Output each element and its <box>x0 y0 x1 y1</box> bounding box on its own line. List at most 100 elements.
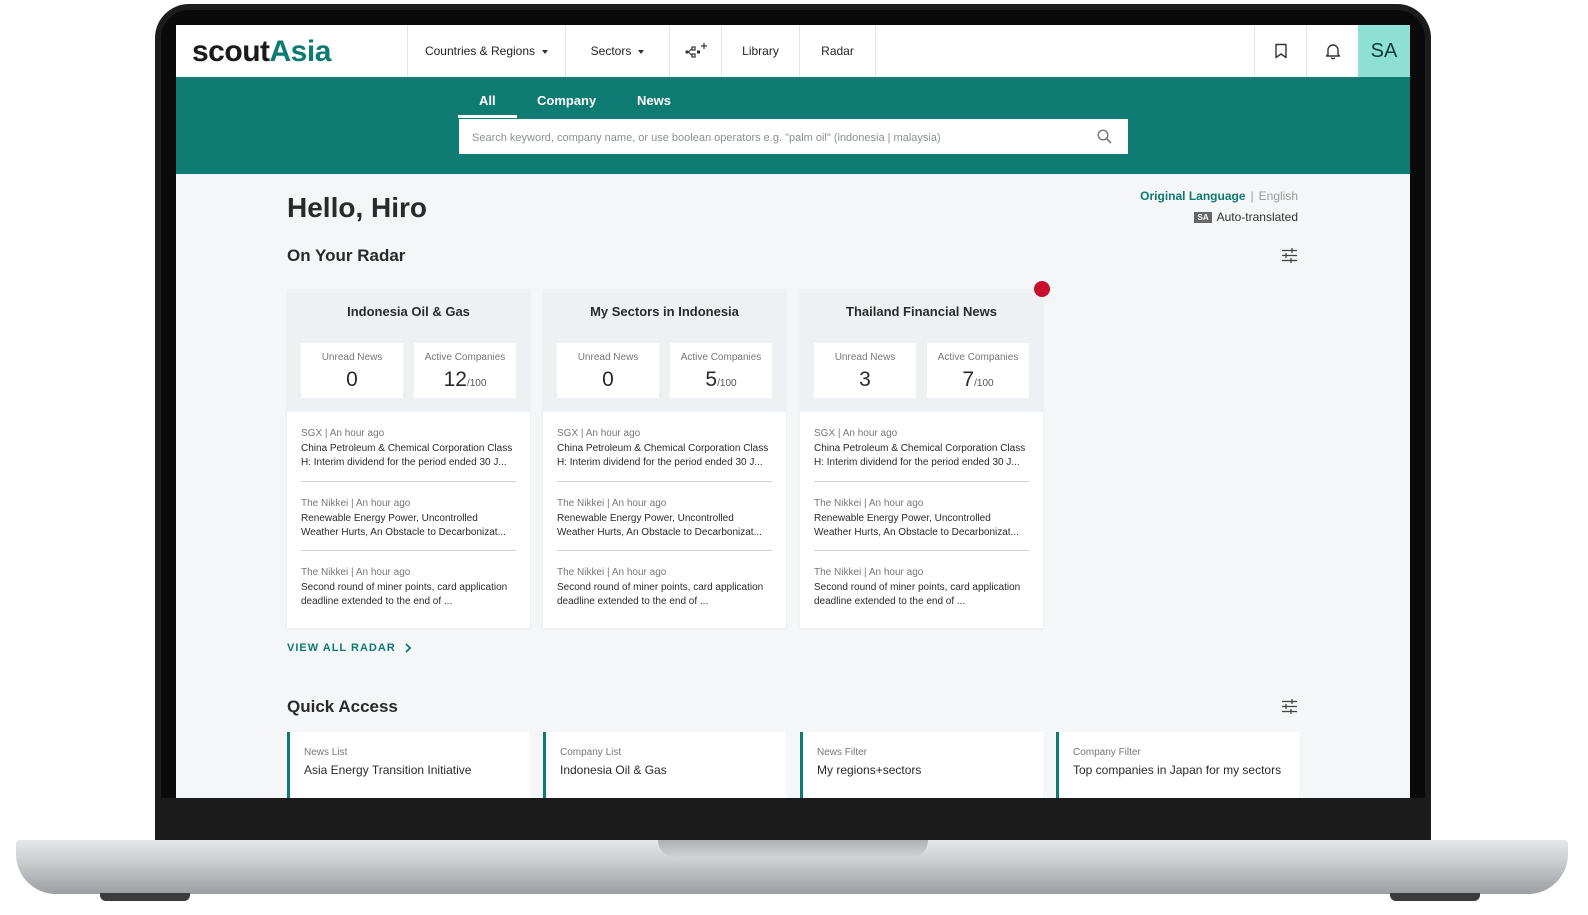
news-item[interactable]: The Nikkei | An hour ago Second round of… <box>557 567 772 609</box>
quick-access-type: Company List <box>560 747 622 758</box>
stat-label: Unread News <box>834 352 896 363</box>
news-meta: SGX | An hour ago <box>814 428 898 439</box>
stat-label: Unread News <box>321 352 383 363</box>
quick-access-name: Indonesia Oil & Gas <box>560 763 667 777</box>
search-band: All Company News <box>176 77 1410 174</box>
quick-access-type: News Filter <box>817 747 868 758</box>
notifications-button[interactable] <box>1306 25 1358 77</box>
radar-card-header: Indonesia Oil & Gas Unread News 0 Active… <box>287 289 530 412</box>
auto-translated-note: SA Auto-translated <box>1194 210 1298 224</box>
search-box <box>459 119 1128 156</box>
radar-card[interactable]: Thailand Financial News Unread News 3 Ac… <box>800 289 1043 628</box>
news-meta: The Nikkei | An hour ago <box>557 498 667 509</box>
tab-company[interactable]: Company <box>537 93 596 108</box>
news-meta: The Nikkei | An hour ago <box>301 498 411 509</box>
bookmark-button[interactable] <box>1254 25 1306 77</box>
news-meta: The Nikkei | An hour ago <box>814 498 924 509</box>
top-navigation: scoutAsia Countries & Regions Sectors Li… <box>176 25 1410 77</box>
news-item[interactable]: SGX | An hour ago China Petroleum & Chem… <box>301 428 516 470</box>
settings-sliders-icon[interactable] <box>1281 699 1298 714</box>
news-item[interactable]: The Nikkei | An hour ago Renewable Energ… <box>301 498 516 540</box>
radar-card-title: Thailand Financial News <box>846 304 997 319</box>
divider <box>301 481 516 482</box>
view-all-radar-link[interactable]: VIEW ALL RADAR <box>287 642 414 654</box>
search-input[interactable] <box>459 119 1104 156</box>
news-item[interactable]: SGX | An hour ago China Petroleum & Chem… <box>557 428 772 470</box>
news-headline: China Petroleum & Chemical Corporation C… <box>814 443 1026 468</box>
laptop-foot <box>1390 893 1480 901</box>
nav-library-label: Library <box>742 44 779 58</box>
bookmark-icon <box>1274 43 1287 59</box>
news-item[interactable]: SGX | An hour ago China Petroleum & Chem… <box>814 428 1029 470</box>
unread-news-stat: Unread News 0 <box>301 343 403 398</box>
radar-card-title: My Sectors in Indonesia <box>590 304 739 319</box>
unread-news-stat: Unread News 0 <box>557 343 659 398</box>
active-companies-stat: Active Companies 5/100 <box>670 343 772 398</box>
user-avatar[interactable]: SA <box>1358 25 1410 77</box>
auto-translated-label: Auto-translated <box>1216 210 1298 224</box>
nav-countries-regions-label: Countries & Regions <box>424 44 536 58</box>
tab-news[interactable]: News <box>637 93 671 108</box>
stat-label: Active Companies <box>680 352 762 363</box>
stat-value: 5/100 <box>705 368 737 391</box>
quick-access-card[interactable]: News Filter My regions+sectors <box>800 732 1043 798</box>
radar-card[interactable]: My Sectors in Indonesia Unread News 0 Ac… <box>543 289 786 628</box>
news-headline: Second round of miner points, card appli… <box>301 582 508 607</box>
news-headline: Renewable Energy Power, Uncontrolled Wea… <box>814 513 1019 538</box>
laptop-bezel <box>160 798 1426 840</box>
nav-countries-regions[interactable]: Countries & Regions <box>407 25 565 77</box>
news-headline: China Petroleum & Chemical Corporation C… <box>301 443 513 468</box>
stat-value: 12/100 <box>443 368 487 391</box>
tab-all[interactable]: All <box>479 93 496 108</box>
chevron-down-icon <box>542 50 549 54</box>
language-separator: | <box>1250 189 1254 203</box>
radar-card-header: Thailand Financial News Unread News 3 Ac… <box>800 289 1043 412</box>
news-meta: SGX | An hour ago <box>557 428 641 439</box>
sa-badge-icon: SA <box>1194 211 1212 223</box>
notification-dot <box>1034 281 1050 297</box>
divider <box>814 481 1029 482</box>
news-meta: The Nikkei | An hour ago <box>814 567 924 578</box>
settings-sliders-icon[interactable] <box>1281 248 1298 263</box>
news-headline: China Petroleum & Chemical Corporation C… <box>557 443 769 468</box>
search-icon[interactable] <box>1097 129 1112 144</box>
nav-radar[interactable]: Radar <box>799 25 876 77</box>
news-item[interactable]: The Nikkei | An hour ago Renewable Energ… <box>814 498 1029 540</box>
stat-label: Active Companies <box>937 352 1019 363</box>
quick-access-card[interactable]: Company List Indonesia Oil & Gas <box>543 732 786 798</box>
network-add-icon[interactable] <box>669 25 721 77</box>
scoutasia-logo[interactable]: scoutAsia <box>192 35 331 69</box>
stat-label: Unread News <box>577 352 639 363</box>
language-toggle: Original Language | English <box>1140 189 1298 203</box>
news-item[interactable]: The Nikkei | An hour ago Second round of… <box>301 567 516 609</box>
quick-access-type: News List <box>304 747 348 758</box>
quick-access-type: Company Filter <box>1073 747 1141 758</box>
quick-access-card[interactable]: Company Filter Top companies in Japan fo… <box>1056 732 1299 798</box>
radar-card-title: Indonesia Oil & Gas <box>347 304 470 319</box>
quick-access-name: My regions+sectors <box>817 763 922 777</box>
divider <box>557 550 772 551</box>
nav-sectors[interactable]: Sectors <box>565 25 669 77</box>
english-option[interactable]: English <box>1259 189 1298 203</box>
quick-access-card[interactable]: News List Asia Energy Transition Initiat… <box>287 732 530 798</box>
unread-news-stat: Unread News 3 <box>814 343 916 398</box>
nav-library[interactable]: Library <box>721 25 799 77</box>
nav-sectors-label: Sectors <box>590 44 632 58</box>
active-companies-stat: Active Companies 12/100 <box>414 343 516 398</box>
chevron-right-icon <box>405 643 412 653</box>
divider <box>301 550 516 551</box>
news-headline: Renewable Energy Power, Uncontrolled Wea… <box>557 513 762 538</box>
news-headline: Second round of miner points, card appli… <box>557 582 764 607</box>
active-tab-indicator <box>458 115 517 118</box>
news-item[interactable]: The Nikkei | An hour ago Renewable Energ… <box>557 498 772 540</box>
original-language-option[interactable]: Original Language <box>1140 189 1245 203</box>
radar-card[interactable]: Indonesia Oil & Gas Unread News 0 Active… <box>287 289 530 628</box>
quick-access-name: Top companies in Japan for my sectors <box>1073 763 1282 777</box>
stat-value: 7/100 <box>962 368 994 391</box>
news-item[interactable]: The Nikkei | An hour ago Second round of… <box>814 567 1029 609</box>
network-add-icon-svg <box>684 43 707 58</box>
radar-card-header: My Sectors in Indonesia Unread News 0 Ac… <box>543 289 786 412</box>
bell-icon <box>1325 44 1340 60</box>
stat-label: Active Companies <box>424 352 506 363</box>
divider <box>557 481 772 482</box>
